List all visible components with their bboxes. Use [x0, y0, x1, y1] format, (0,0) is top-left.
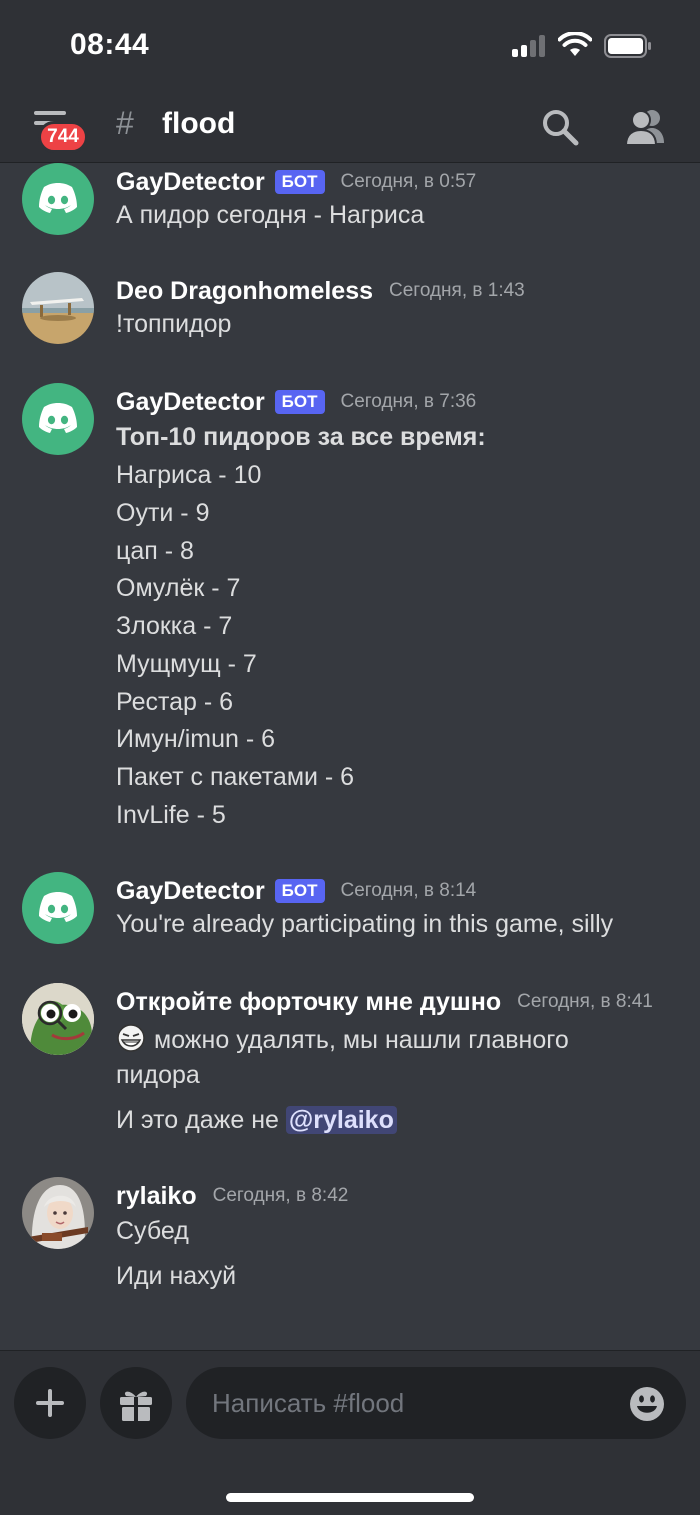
message-text: пидора — [116, 1061, 200, 1089]
message-header: Deo Dragonhomeless Сегодня, в 1:43 — [116, 274, 525, 308]
message-text: Субед — [116, 1217, 189, 1245]
plus-icon — [36, 1389, 64, 1417]
author-name[interactable]: GayDetector — [116, 168, 265, 197]
message-input[interactable] — [212, 1381, 612, 1425]
message-header: GayDetector БОТ Сегодня, в 7:36 — [116, 385, 476, 419]
timestamp: Сегодня, в 7:36 — [340, 391, 477, 412]
cellular-signal-icon — [512, 35, 548, 57]
leaderboard-entry: InvLife - 5 — [116, 801, 226, 829]
message-text: А пидор сегодня - Нагриса — [116, 201, 425, 229]
leaderboard-entry: Злокка - 7 — [116, 612, 233, 640]
message-header: rylaiko Сегодня, в 8:42 — [116, 1179, 348, 1213]
leaderboard-entry: Оути - 9 — [116, 499, 210, 527]
message: Deo Dragonhomeless Сегодня, в 1:43 !топп… — [0, 272, 700, 372]
gift-button[interactable] — [100, 1367, 172, 1439]
author-name[interactable]: Откройте форточку мне душно — [116, 988, 501, 1017]
bot-tag: БОТ — [274, 170, 325, 194]
discord-logo-icon — [39, 183, 77, 213]
timestamp: Сегодня, в 1:43 — [389, 280, 525, 301]
top-bar: 08:44 744 # flood — [0, 0, 700, 163]
discord-logo-icon — [39, 892, 77, 922]
gift-icon — [120, 1391, 152, 1421]
discord-logo-avatar[interactable] — [22, 872, 94, 944]
message-text: You're already participating in this gam… — [116, 910, 614, 938]
home-indicator — [226, 1493, 474, 1502]
leaderboard-entry: Рестар - 6 — [116, 688, 234, 716]
bot-tag: БОТ — [274, 390, 325, 414]
message: rylaiko Сегодня, в 8:42 Субед Иди нахуй — [0, 1177, 700, 1317]
bot-tag: БОТ — [274, 879, 325, 903]
members-icon[interactable] — [624, 107, 668, 147]
discord-logo-avatar[interactable] — [22, 383, 94, 455]
channel-title[interactable]: flood — [162, 107, 235, 141]
timestamp: Сегодня, в 8:14 — [340, 880, 477, 901]
message-text: можно удалять, мы нашли главного — [116, 1023, 569, 1055]
message-text-part: можно удалять, мы нашли главного — [154, 1026, 569, 1054]
leaderboard-entry: цап - 8 — [116, 537, 194, 565]
message-header: GayDetector БОТ Сегодня, в 0:57 — [116, 165, 476, 199]
discord-logo-icon — [39, 403, 77, 433]
leaderboard-title: Топ-10 пидоров за все время: — [116, 423, 486, 451]
anime-girl-avatar[interactable] — [22, 1177, 94, 1249]
author-name[interactable]: GayDetector — [116, 877, 265, 906]
message: Откройте форточку мне душно Сегодня, в 8… — [0, 983, 700, 1143]
leaderboard-entry: Омулёк - 7 — [116, 574, 241, 602]
status-clock: 08:44 — [70, 28, 150, 61]
beach-photo-avatar[interactable] — [22, 272, 94, 344]
author-name[interactable]: Deo Dragonhomeless — [116, 277, 373, 306]
leaderboard-entry: Нагриса - 10 — [116, 461, 262, 489]
message: GayDetector БОТ Сегодня, в 8:14 You're a… — [0, 872, 700, 972]
troll-face-emoji — [117, 1024, 145, 1052]
emoji-icon[interactable] — [628, 1385, 666, 1423]
timestamp: Сегодня, в 0:57 — [340, 171, 477, 192]
leaderboard-entry: Имун/imun - 6 — [116, 725, 275, 753]
leaderboard-entry: Пакет с пакетами - 6 — [116, 763, 355, 791]
timestamp: Сегодня, в 8:41 — [517, 991, 653, 1012]
unread-badge: 744 — [38, 121, 88, 153]
leaderboard-entry: Мущмущ - 7 — [116, 650, 257, 678]
message-text-part: И это даже не — [116, 1106, 279, 1134]
add-attachment-button[interactable] — [14, 1367, 86, 1439]
message-composer[interactable] — [186, 1367, 686, 1439]
message-header: Откройте форточку мне душно Сегодня, в 8… — [116, 985, 653, 1019]
hash-icon: # — [116, 105, 134, 141]
search-icon[interactable] — [540, 107, 580, 147]
channel-header: 744 # flood — [0, 95, 700, 163]
battery-icon — [604, 34, 651, 58]
message: GayDetector БОТ Сегодня, в 0:57 А пидор … — [0, 163, 700, 263]
message-header: GayDetector БОТ Сегодня, в 8:14 — [116, 874, 476, 908]
author-name[interactable]: GayDetector — [116, 388, 265, 417]
pepe-frog-avatar[interactable] — [22, 983, 94, 1055]
message-text: Иди нахуй — [116, 1262, 237, 1290]
status-bar: 08:44 — [0, 0, 700, 95]
user-mention[interactable]: @rylaiko — [285, 1106, 397, 1134]
wifi-icon — [558, 32, 592, 56]
message-list[interactable]: GayDetector БОТ Сегодня, в 0:57 А пидор … — [0, 163, 700, 1350]
composer-bar — [0, 1350, 700, 1515]
message-text: И это даже не @rylaiko — [116, 1106, 397, 1135]
message-text: !топпидор — [116, 310, 232, 338]
discord-logo-avatar[interactable] — [22, 163, 94, 235]
hamburger-menu-button[interactable]: 744 — [28, 107, 90, 155]
author-name[interactable]: rylaiko — [116, 1182, 197, 1211]
timestamp: Сегодня, в 8:42 — [212, 1185, 349, 1206]
message: GayDetector БОТ Сегодня, в 7:36 Топ-10 п… — [0, 383, 700, 843]
